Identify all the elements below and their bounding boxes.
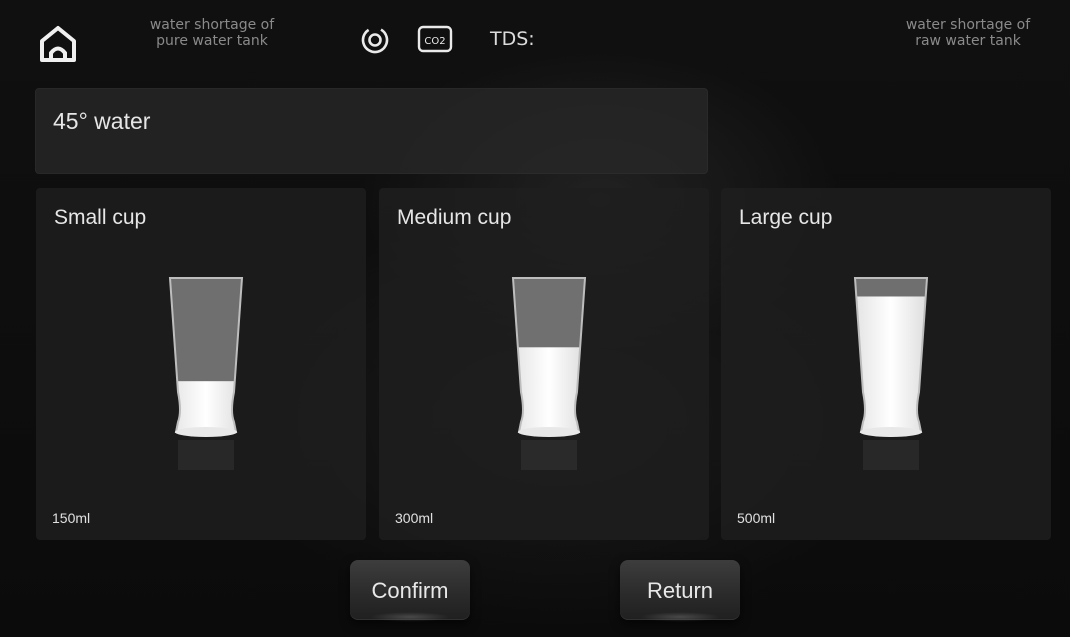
water-type-label: 45° water bbox=[53, 108, 151, 134]
pure-water-warning-line1: water shortage of bbox=[149, 17, 275, 33]
confirm-button-glow bbox=[370, 612, 450, 622]
confirm-button[interactable]: Confirm bbox=[350, 560, 470, 620]
cup-card-medium[interactable]: Medium cup 300ml bbox=[379, 188, 709, 540]
glass-reflection bbox=[521, 440, 577, 470]
water-fill-level bbox=[170, 381, 242, 432]
water-fill-level bbox=[855, 296, 927, 432]
selected-water-type: 45° water bbox=[35, 88, 708, 174]
raw-water-warning-line2: raw water tank bbox=[915, 33, 1021, 49]
glass-base bbox=[860, 427, 922, 437]
cup-volume: 150ml bbox=[52, 510, 91, 526]
tds-label: TDS: bbox=[490, 28, 535, 50]
pure-water-warning-line2: pure water tank bbox=[156, 33, 268, 49]
glass-icon bbox=[511, 277, 587, 470]
filter-status-icon bbox=[360, 25, 390, 59]
glass-reflection bbox=[863, 440, 919, 470]
co2-icon: CO2 bbox=[417, 24, 453, 58]
return-button-glow bbox=[640, 612, 720, 622]
home-icon[interactable] bbox=[36, 22, 80, 66]
cup-card-large[interactable]: Large cup 500ml bbox=[721, 188, 1051, 540]
cup-title: Large cup bbox=[739, 206, 833, 229]
cup-volume: 300ml bbox=[395, 510, 434, 526]
pure-water-shortage-warning: water shortage of pure water tank bbox=[112, 17, 312, 49]
raw-water-shortage-warning: water shortage of raw water tank bbox=[868, 17, 1068, 49]
cup-title: Medium cup bbox=[397, 206, 512, 229]
cup-card-small[interactable]: Small cup 150ml bbox=[36, 188, 366, 540]
co2-icon-label: CO2 bbox=[424, 36, 445, 47]
cup-title: Small cup bbox=[54, 206, 147, 229]
glass-reflection bbox=[178, 440, 234, 470]
top-bar: water shortage of pure water tank CO2 TD… bbox=[0, 0, 1070, 80]
glass-icon bbox=[853, 277, 929, 470]
glass-base bbox=[175, 427, 237, 437]
glass-base bbox=[518, 427, 580, 437]
water-fill-level bbox=[513, 347, 585, 432]
raw-water-warning-line1: water shortage of bbox=[905, 17, 1031, 33]
return-button[interactable]: Return bbox=[620, 560, 740, 620]
cup-volume: 500ml bbox=[737, 510, 776, 526]
glass-icon bbox=[168, 277, 244, 470]
